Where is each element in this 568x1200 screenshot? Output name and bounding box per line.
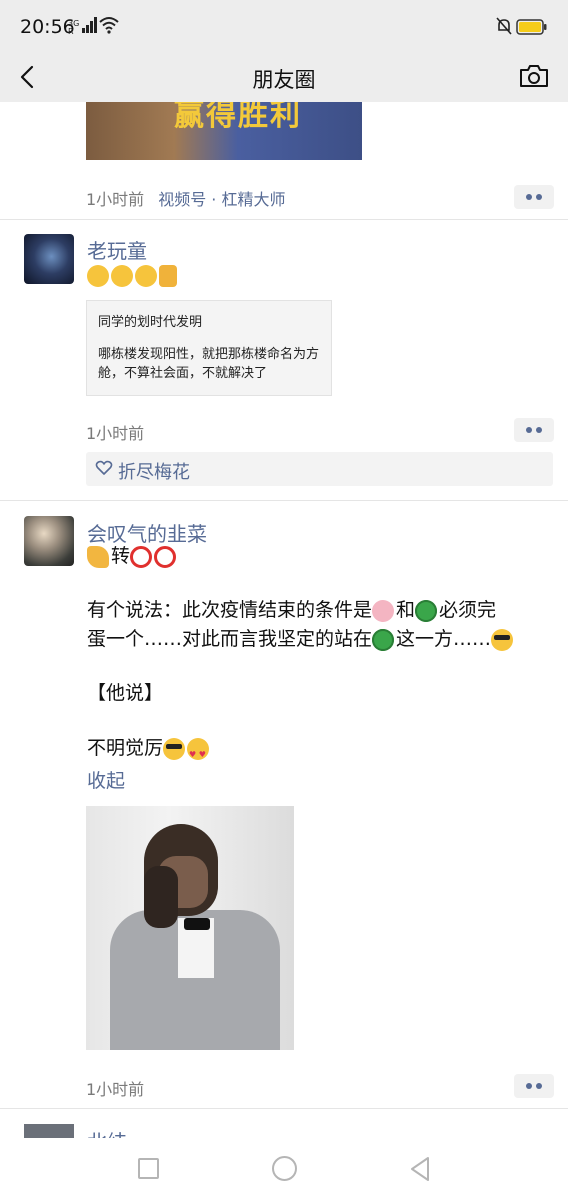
more-options-button[interactable] (514, 418, 554, 442)
post-text-line: 有个说法：此次疫情结束的条件是和必须完 (87, 599, 497, 622)
system-nav-bar (0, 1138, 568, 1200)
post-image[interactable] (86, 806, 294, 1050)
like-username[interactable]: 折尽梅花 (118, 458, 190, 484)
more-options-button[interactable] (514, 185, 554, 209)
avatar[interactable] (24, 516, 74, 566)
post-meta: 1小时前 视频号 · 杠精大师 (86, 186, 285, 210)
moments-feed[interactable]: 赢得胜利 1小时前 视频号 · 杠精大师 老玩童 同学的划时代发明 哪栋楼发现阳性… (0, 102, 568, 1138)
divider (0, 219, 568, 220)
red-circle-icon (130, 545, 153, 568)
wifi-icon (99, 17, 119, 34)
pig-emoji-icon (372, 599, 395, 622)
home-button[interactable] (272, 1156, 297, 1181)
avatar[interactable] (24, 234, 74, 284)
grin-emoji-icon (111, 264, 133, 287)
back-triangle-icon[interactable] (408, 1156, 432, 1182)
card-title: 同学的划时代发明 (98, 315, 203, 330)
virus-emoji-icon (415, 599, 438, 622)
pray-emoji-icon (87, 545, 109, 568)
battery-icon (516, 19, 547, 35)
grin-emoji-icon (87, 264, 109, 287)
emoji-line (87, 264, 179, 287)
post-time: 1小时前 (86, 190, 145, 209)
more-options-button[interactable] (514, 1074, 554, 1098)
post-text-line: 转 (87, 541, 178, 572)
video-thumbnail[interactable]: 赢得胜利 (86, 102, 362, 160)
video-channel-link[interactable]: 视频号 · 杠精大师 (158, 190, 285, 209)
recent-apps-button[interactable] (138, 1158, 159, 1179)
sunglasses-emoji-icon (163, 737, 186, 760)
heart-icon (95, 460, 113, 475)
camera-icon[interactable] (518, 63, 550, 89)
post-username[interactable]: 老玩童 (87, 235, 147, 264)
page-title: 朋友圈 (252, 68, 316, 92)
red-circle-icon (154, 545, 177, 568)
post-text-line: 不明觉厉 (87, 733, 211, 770)
divider (0, 1108, 568, 1109)
card-body: 哪栋楼发现阳性，就把那栋楼命名为方舱，不算社会面，不就解决了 (98, 347, 320, 381)
grin-emoji-icon (135, 264, 157, 287)
divider (0, 500, 568, 501)
mute-bell-icon (496, 17, 512, 35)
top-nav-bar: 朋友圈 (0, 52, 568, 102)
network-type: 3G R (68, 19, 80, 36)
likes-bar: 折尽梅花 (86, 452, 553, 486)
thumbs-up-emoji-icon (159, 264, 177, 287)
post-username[interactable]: 北纬 (87, 1126, 127, 1138)
status-time: 20:56 (20, 16, 75, 38)
shared-image-card[interactable]: 同学的划时代发明 哪栋楼发现阳性，就把那栋楼命名为方舱，不算社会面，不就解决了 (86, 300, 332, 396)
post-text-line: 蛋一个……对此而言我坚定的站在 这一方…… (87, 624, 515, 655)
avatar[interactable] (24, 1124, 74, 1138)
post-time: 1小时前 (86, 424, 145, 443)
post-time: 1小时前 (86, 1080, 145, 1099)
status-bar: 20:56 3G R (0, 0, 568, 52)
collapse-link[interactable]: 收起 (87, 766, 125, 793)
signal-icon (82, 17, 97, 33)
sunglasses-emoji-icon (491, 628, 514, 651)
virus-emoji-icon (372, 628, 395, 651)
post-text-line: 【他说】 (87, 682, 164, 704)
heart-eyes-emoji-icon (187, 737, 210, 770)
